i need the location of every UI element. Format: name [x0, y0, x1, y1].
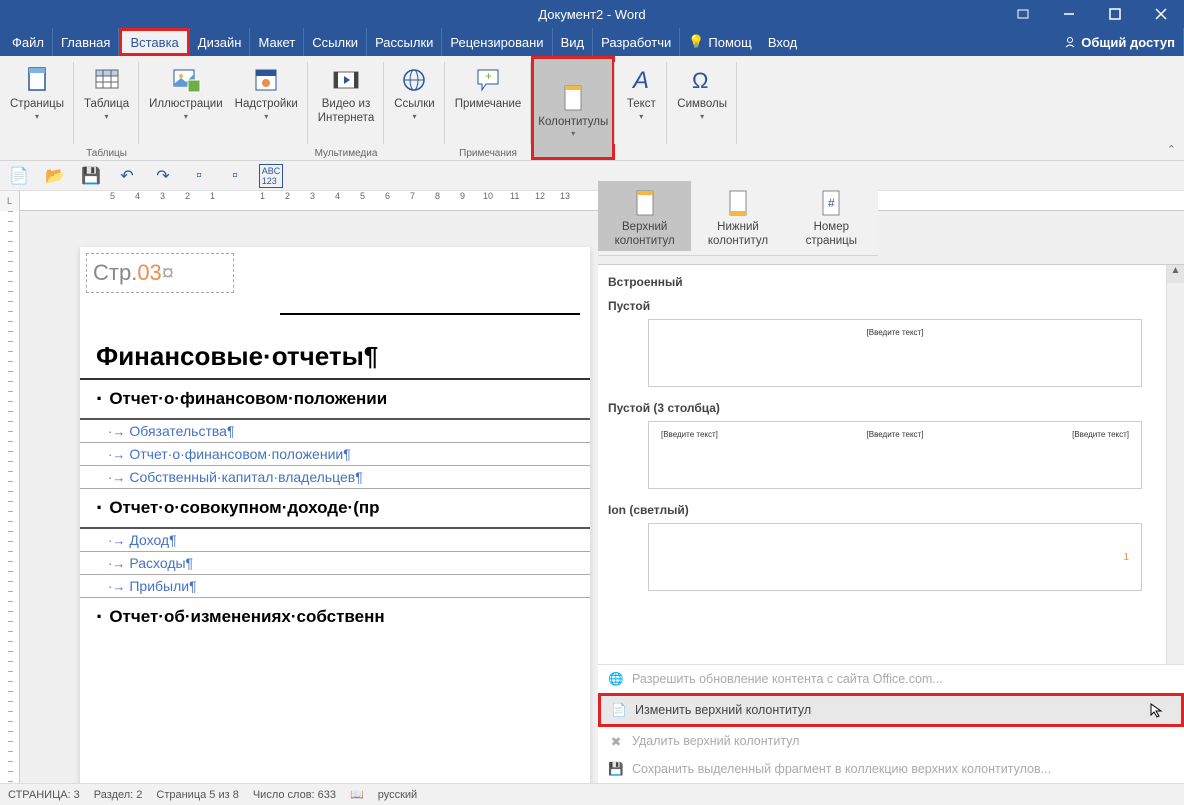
ribbon-comment[interactable]: + Примечание — [449, 58, 528, 114]
menu-view[interactable]: Вид — [553, 28, 594, 56]
qat-icon[interactable]: ▫ — [188, 165, 210, 187]
ribbon-symbols[interactable]: Ω Символы ▾ — [671, 58, 733, 123]
ribbon-links[interactable]: Ссылки ▾ — [388, 58, 441, 123]
gallery-edit-header[interactable]: 📄 Изменить верхний колонтитул — [598, 693, 1184, 727]
cursor-icon — [1149, 702, 1165, 718]
doc-heading2: Отчет·о·совокупном·доходе·(пр — [80, 489, 590, 529]
collapse-ribbon-icon[interactable]: ⌃ — [1167, 143, 1176, 156]
spelling-icon[interactable]: ABC123 — [260, 165, 282, 187]
gallery-section-label: Встроенный — [608, 271, 1174, 293]
chevron-down-icon: ▾ — [700, 112, 704, 121]
scroll-up-icon[interactable]: ▲ — [1167, 265, 1184, 283]
ribbon-text[interactable]: A Текст ▾ — [619, 58, 663, 123]
menu-insert[interactable]: Вставка — [119, 28, 189, 56]
vertical-ruler[interactable] — [0, 211, 20, 783]
svg-text:#: # — [828, 196, 835, 210]
chevron-down-icon: ▾ — [264, 112, 268, 121]
header-gallery: Встроенный Пустой [Введите текст] Пустой… — [598, 264, 1184, 783]
status-page[interactable]: СТРАНИЦА: 3 — [8, 789, 80, 801]
chevron-down-icon: ▾ — [639, 112, 643, 121]
list-item: Прибыли¶ — [80, 575, 590, 598]
titlebar: Документ2 - Word — [0, 0, 1184, 28]
menu-developer[interactable]: Разработчи — [593, 28, 680, 56]
menu-help[interactable]: 💡Помощ — [680, 28, 760, 56]
doc-heading2: Отчет·о·финансовом·положении — [80, 380, 590, 420]
submenu-footer[interactable]: Нижний колонтитул — [691, 181, 784, 251]
list-item: Собственный·капитал·владельцев¶ — [80, 466, 590, 489]
ribbon: Страницы ▾ Таблица ▾ Таблицы Иллюстрации… — [0, 56, 1184, 161]
statusbar: СТРАНИЦА: 3 Раздел: 2 Страница 5 из 8 Чи… — [0, 783, 1184, 805]
chevron-down-icon: ▾ — [571, 129, 575, 138]
globe-icon: 🌐 — [608, 671, 624, 687]
redo-icon[interactable]: ↷ — [152, 165, 174, 187]
chevron-down-icon: ▾ — [184, 112, 188, 121]
gallery-office-update[interactable]: 🌐 Разрешить обновление контента с сайта … — [598, 665, 1184, 693]
ribbon-pages[interactable]: Страницы ▾ — [4, 58, 70, 123]
save-icon[interactable]: 💾 — [80, 165, 102, 187]
gallery-item-label: Пустой (3 столбца) — [608, 395, 1174, 419]
save-icon: 💾 — [608, 761, 624, 777]
list-item: Доход¶ — [80, 529, 590, 552]
document-page: Стр.03¤ Финансовые·отчеты¶ Отчет·о·финан… — [80, 247, 590, 783]
document-icon: 📄 — [611, 702, 627, 718]
menu-mailings[interactable]: Рассылки — [367, 28, 442, 56]
gallery-save-selection[interactable]: 💾 Сохранить выделенный фрагмент в коллек… — [598, 755, 1184, 783]
undo-icon[interactable]: ↶ — [116, 165, 138, 187]
menu-references[interactable]: Ссылки — [304, 28, 367, 56]
qat-icon[interactable]: ▫ — [224, 165, 246, 187]
status-section[interactable]: Раздел: 2 — [94, 789, 143, 801]
ribbon-options-icon[interactable] — [1000, 0, 1046, 28]
list-item: Отчет·о·финансовом·положении¶ — [80, 443, 590, 466]
ribbon-addins[interactable]: Надстройки ▾ — [229, 58, 304, 123]
menu-share[interactable]: Общий доступ — [1055, 28, 1184, 56]
close-icon[interactable] — [1138, 0, 1184, 28]
menu-design[interactable]: Дизайн — [190, 28, 251, 56]
chevron-down-icon: ▾ — [412, 112, 416, 121]
window-title: Документ2 - Word — [538, 7, 645, 22]
menu-review[interactable]: Рецензировани — [442, 28, 552, 56]
gallery-item-label: Пустой — [608, 293, 1174, 317]
new-doc-icon[interactable]: 📄 — [8, 165, 30, 187]
ribbon-illustrations[interactable]: Иллюстрации ▾ — [143, 58, 229, 123]
menu-signin[interactable]: Вход — [760, 28, 805, 56]
ribbon-table[interactable]: Таблица ▾ — [78, 58, 135, 123]
svg-text:Ω: Ω — [692, 68, 708, 93]
status-words[interactable]: Число слов: 633 — [253, 789, 336, 801]
delete-icon: ✖ — [608, 733, 624, 749]
horizontal-ruler[interactable]: L 54321 12345678910111213 — [0, 191, 1184, 211]
svg-text:A: A — [631, 67, 649, 94]
menu-file[interactable]: Файл — [4, 28, 53, 56]
list-item: Расходы¶ — [80, 552, 590, 575]
gallery-item-label: Ion (светлый) — [608, 497, 1174, 521]
page-header[interactable]: Стр.03¤ — [86, 253, 234, 293]
submenu-header[interactable]: Верхний колонтитул — [598, 181, 691, 251]
menubar: Файл Главная Вставка Дизайн Макет Ссылки… — [0, 28, 1184, 56]
minimize-icon[interactable] — [1046, 0, 1092, 28]
gallery-item-ion[interactable]: 1 — [648, 523, 1142, 591]
maximize-icon[interactable] — [1092, 0, 1138, 28]
headerfooter-submenu: Верхний колонтитул Нижний колонтитул # Н… — [598, 177, 878, 256]
menu-layout[interactable]: Макет — [250, 28, 304, 56]
list-item: Обязательства¶ — [80, 420, 590, 443]
quick-access-toolbar: 📄 📂 💾 ↶ ↷ ▫ ▫ ABC123 — [0, 161, 1184, 191]
doc-heading2: Отчет·об·изменениях·собственн — [80, 598, 590, 636]
chevron-down-icon: ▾ — [105, 112, 109, 121]
gallery-remove-header[interactable]: ✖ Удалить верхний колонтитул — [598, 727, 1184, 755]
ribbon-headerfooter[interactable]: Колонтитулы ▾ — [531, 56, 615, 160]
ruler-corner: L — [0, 191, 20, 211]
status-language[interactable]: русский — [378, 789, 417, 801]
proofing-icon[interactable]: 📖 — [350, 788, 364, 801]
submenu-pagenumber[interactable]: # Номер страницы — [785, 181, 878, 251]
ribbon-video[interactable]: Видео из Интернета — [312, 58, 380, 128]
status-page-of[interactable]: Страница 5 из 8 — [156, 789, 238, 801]
chevron-down-icon: ▾ — [35, 112, 39, 121]
open-icon[interactable]: 📂 — [44, 165, 66, 187]
menu-home[interactable]: Главная — [53, 28, 119, 56]
svg-text:+: + — [485, 69, 492, 83]
gallery-item-blank[interactable]: [Введите текст] — [648, 319, 1142, 387]
gallery-item-blank3[interactable]: [Введите текст] [Введите текст] [Введите… — [648, 421, 1142, 489]
doc-heading1: Финансовые·отчеты¶ — [80, 335, 590, 380]
